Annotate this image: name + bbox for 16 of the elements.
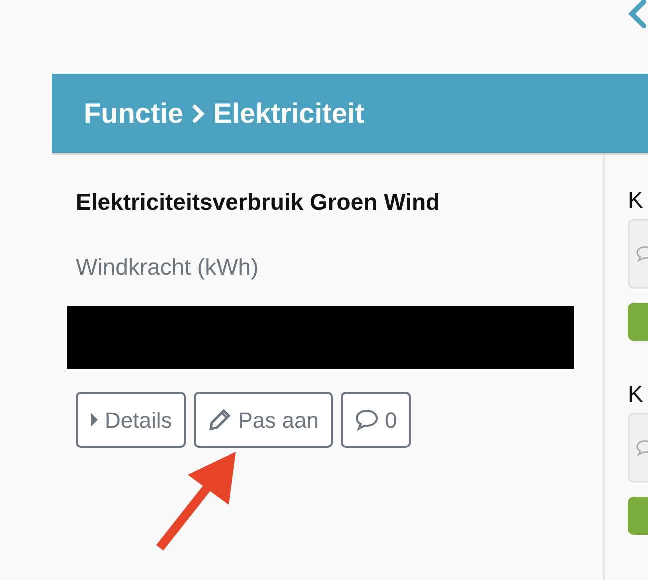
chevron-right-icon bbox=[192, 104, 206, 124]
details-button[interactable]: Details bbox=[76, 392, 186, 448]
action-button[interactable] bbox=[628, 303, 648, 341]
comments-button[interactable]: 0 bbox=[340, 392, 412, 448]
breadcrumb-current: Elektriciteit bbox=[214, 96, 365, 130]
caret-right-icon bbox=[90, 412, 99, 428]
item-title: K bbox=[628, 186, 644, 215]
edit-button[interactable]: Pas aan bbox=[194, 392, 333, 448]
item-subtitle: Windkracht (kWh) bbox=[76, 252, 260, 282]
item-title: K bbox=[628, 380, 644, 409]
breadcrumb-link[interactable]: Functie bbox=[84, 92, 184, 134]
comment-icon bbox=[354, 409, 379, 431]
action-button[interactable] bbox=[628, 497, 648, 535]
pencil-icon bbox=[208, 408, 232, 432]
back-icon[interactable] bbox=[628, 0, 648, 30]
item-title: Elektriciteitsverbruik Groen Wind bbox=[76, 188, 442, 217]
